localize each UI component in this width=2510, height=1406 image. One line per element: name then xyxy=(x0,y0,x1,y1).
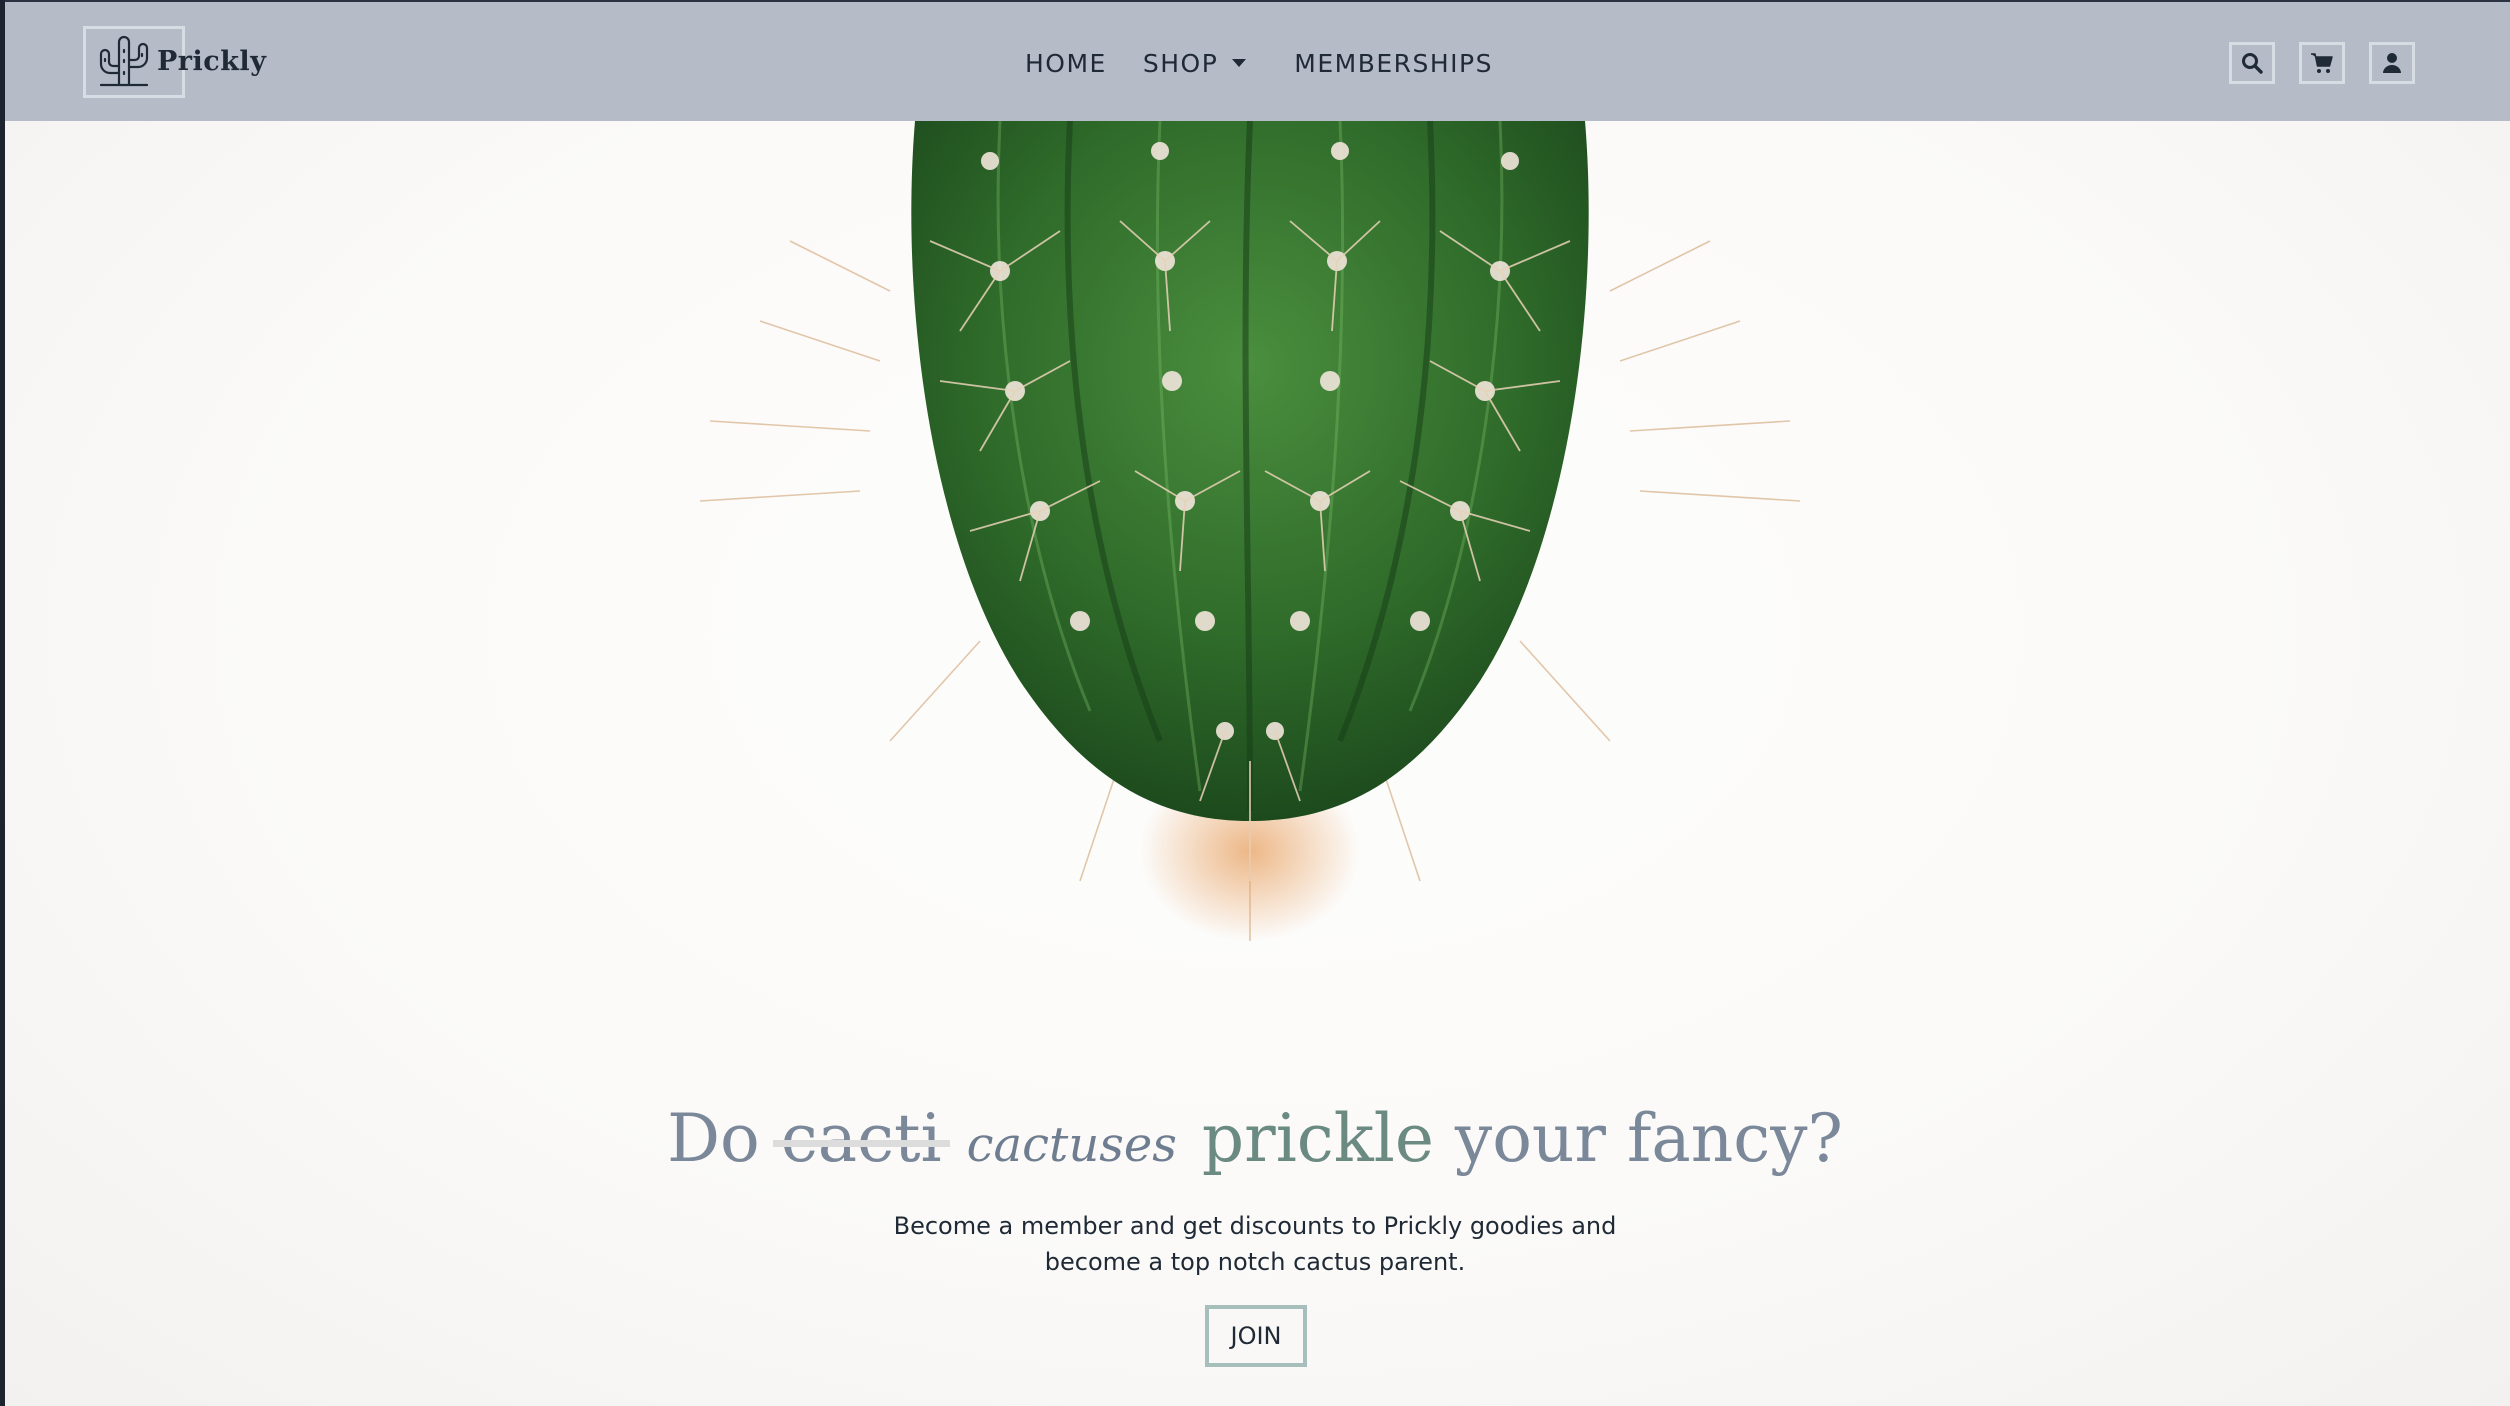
headline-struck-word: cacti xyxy=(780,1100,942,1177)
nav-home[interactable]: HOME xyxy=(1015,48,1117,86)
nav-shop-dropdown[interactable]: SHOP xyxy=(1142,48,1247,78)
headline-highlight: prickle xyxy=(1201,1100,1434,1177)
hero-subtext: Become a member and get discounts to Pri… xyxy=(893,1212,1617,1276)
cactus-photo xyxy=(699,121,1801,941)
nav-memberships[interactable]: MEMBERSHIPS xyxy=(1294,49,1493,78)
brand-name: Prickly xyxy=(157,46,267,77)
cart-icon xyxy=(2311,53,2333,73)
account-button[interactable] xyxy=(2369,42,2415,84)
nav-icon-group xyxy=(2229,42,2415,84)
join-button[interactable]: JOIN xyxy=(1205,1305,1307,1367)
page: Prickly HOME SHOP MEMBERSHIPS Do cacti c… xyxy=(0,0,2510,1406)
nav-shop-label: SHOP xyxy=(1142,48,1219,78)
search-icon xyxy=(2242,53,2263,74)
hero-headline: Do cacti cactuses prickle your fancy? xyxy=(0,1100,2510,1177)
navbar: Prickly HOME SHOP MEMBERSHIPS xyxy=(5,0,2510,121)
search-button[interactable] xyxy=(2229,42,2275,84)
window-edge xyxy=(0,0,5,1406)
chevron-down-icon xyxy=(1232,59,1247,67)
headline-prefix: Do xyxy=(667,1100,760,1177)
user-icon xyxy=(2383,53,2401,73)
headline-suffix: your fancy? xyxy=(1454,1100,1843,1177)
brand-logo[interactable]: Prickly xyxy=(83,26,266,98)
nav-memberships-label: MEMBERSHIPS xyxy=(1294,48,1494,78)
nav-home-label: HOME xyxy=(1025,48,1107,78)
cactus-logo-icon xyxy=(99,35,149,87)
headline-cursive-word: cactuses xyxy=(966,1117,1177,1173)
cart-button[interactable] xyxy=(2299,42,2345,84)
main-nav: HOME SHOP MEMBERSHIPS xyxy=(1015,38,1493,88)
